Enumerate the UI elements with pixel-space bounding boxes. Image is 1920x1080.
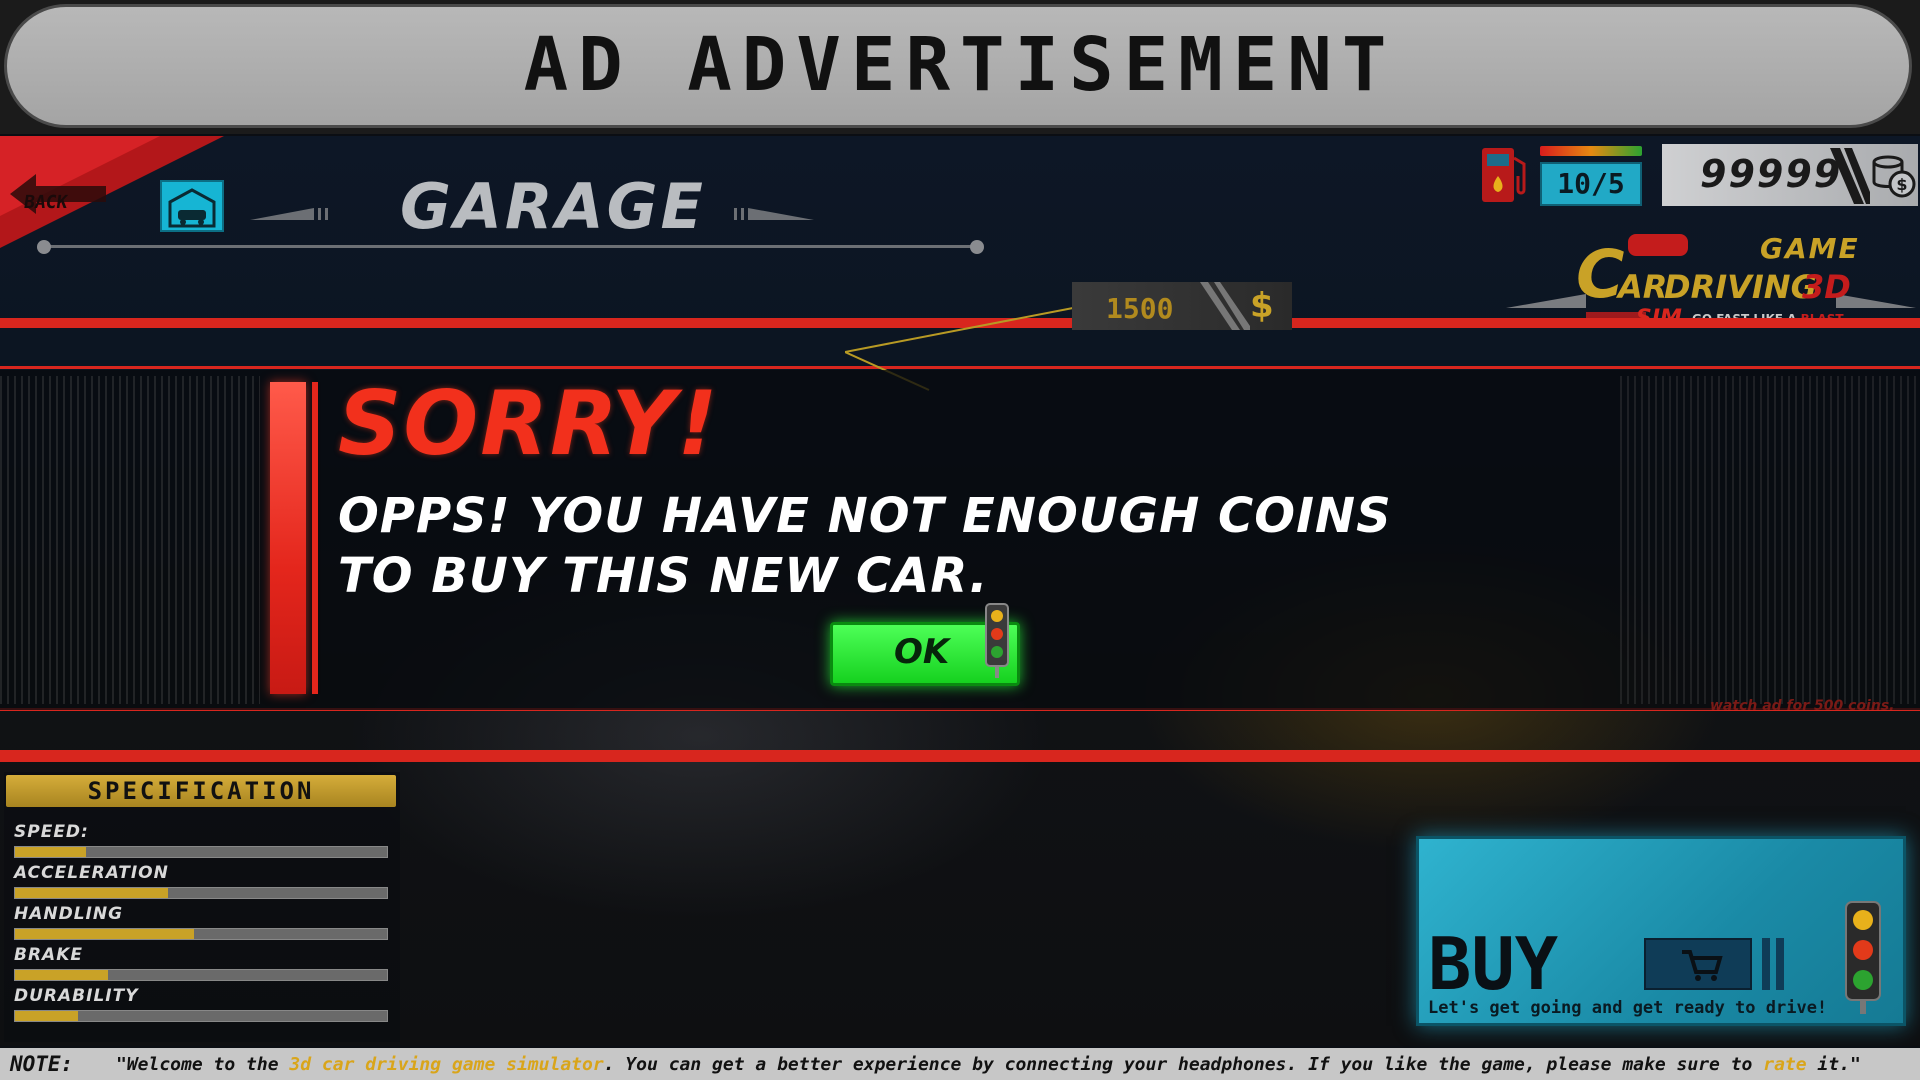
underline-dot-right [970,240,984,254]
underline-dot-left [37,240,51,254]
buy-tagline: Let's get going and get ready to drive! [1428,998,1828,1018]
logo-ar: AR [1618,268,1668,306]
back-button-label[interactable]: BACK [23,192,69,213]
spec-label: BRAKE [14,945,83,965]
spec-bar-fill [15,970,108,980]
red-stripe-bottom [0,750,1920,762]
spec-bar [14,846,388,858]
spec-bar [14,969,388,981]
price-tag-stripes [1200,282,1250,330]
ok-button-label[interactable]: OK [894,632,949,672]
title-deco-left [250,208,328,220]
spec-label: ACCELERATION [14,863,169,883]
coin-box-stripes [1830,148,1870,204]
specification-header: SPECIFICATION [6,775,396,807]
spec-bar [14,1010,388,1022]
coins-icon[interactable]: $ [1870,152,1916,198]
logo-game: GAME [1760,232,1860,265]
spec-bar-fill [15,1011,79,1021]
buy-traffic-light-icon [1845,901,1881,1014]
fuel-gauge-bar [1540,146,1642,156]
note-label: NOTE: [10,1052,74,1076]
car-price: 1500 [1106,292,1174,325]
dialog-title: SORRY! [338,372,720,475]
dialog-message-line-1: OPPS! YOU HAVE NOT ENOUGH COINS [338,488,1392,544]
logo-3d: 3D [1802,268,1851,306]
buy-button-label[interactable]: BUY [1428,922,1558,1006]
fuel-pump-icon [1482,148,1526,202]
logo-driving: DRIVING [1664,268,1817,306]
page-title: GARAGE [400,170,706,243]
spec-label: DURABILITY [14,986,139,1006]
traffic-light-icon [985,603,1009,678]
dialog-message-line-2: TO BUY THIS NEW CAR. [338,548,989,604]
note-text-part-1: "Welcome to the [116,1054,290,1075]
dialog-accent-line [312,382,318,694]
ad-title: AD ADVERTISEMENT [523,22,1397,108]
note-rate-link[interactable]: rate [1763,1054,1806,1075]
fuel-counter: 10/5 [1540,162,1642,206]
note-text-highlight: 3d car driving game simulator [289,1054,604,1075]
dialog-stripes-right [1620,376,1920,704]
spec-bar [14,928,388,940]
spec-bar [14,887,388,899]
buy-deco-bar-2 [1776,938,1784,990]
buy-cart-button[interactable] [1644,938,1752,990]
note-text-part-2: . You can get a better experience by con… [603,1054,1764,1075]
spec-bar-fill [15,847,86,857]
coin-balance: 99999 [1700,152,1843,196]
note-text: "Welcome to the 3d car driving game simu… [116,1054,1861,1075]
dollar-icon: $ [1250,286,1274,326]
watch-ad-hint[interactable]: watch ad for 500 coins. [1710,698,1894,714]
spec-label: SPEED: [14,822,89,842]
buy-deco-bar-1 [1762,938,1770,990]
title-deco-right [734,208,814,220]
note-text-part-3: it." [1806,1054,1861,1075]
dialog-accent-bar [270,382,306,694]
svg-text:$: $ [1896,175,1907,194]
spec-bar-fill [15,888,168,898]
cart-icon [1682,950,1723,981]
garage-icon [160,180,224,232]
title-underline [42,245,977,248]
spec-label: HANDLING [14,904,124,924]
dialog-stripes-left [0,376,260,704]
spec-bar-fill [15,929,194,939]
